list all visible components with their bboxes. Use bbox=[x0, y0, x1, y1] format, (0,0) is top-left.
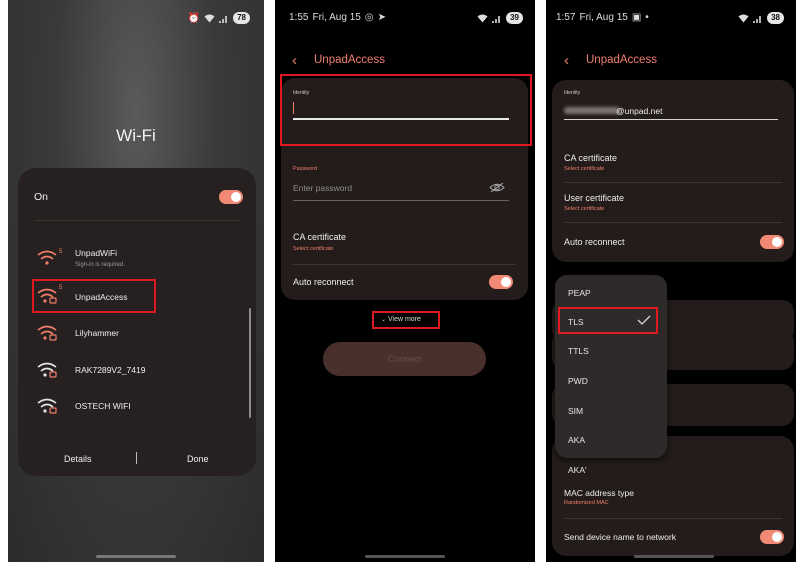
wifi-quick-panel: ⏰ 78 Wi-Fi On 5 UnpadWiFi Sign-in is req… bbox=[8, 0, 264, 562]
scrollbar[interactable] bbox=[249, 308, 251, 418]
wifi-secured-icon bbox=[37, 362, 57, 378]
wifi-standard-badge: 5 bbox=[59, 249, 63, 255]
button-divider bbox=[136, 452, 137, 464]
wifi-status-icon bbox=[477, 14, 488, 22]
battery-indicator: 78 bbox=[233, 12, 250, 24]
highlight-box bbox=[558, 307, 658, 334]
wifi-dialog: On 5 UnpadWiFi Sign-in is required. 5 Un… bbox=[18, 168, 256, 476]
network-status: Sign-in is required. bbox=[75, 262, 126, 268]
password-label: Password bbox=[293, 166, 318, 172]
auto-reconnect-toggle[interactable] bbox=[760, 235, 784, 249]
highlight-box bbox=[372, 311, 440, 329]
status-bar: 1:57 Fri, Aug 15 ▣ • bbox=[556, 12, 649, 23]
page-title: UnpadAccess bbox=[586, 54, 657, 66]
wifi-secured-icon bbox=[37, 325, 57, 341]
eap-method-dropdown: PEAP TLS TTLS PWD SIM AKA bbox=[555, 275, 667, 458]
nav-handle[interactable] bbox=[634, 555, 714, 558]
network-name: OSTECH WIFI bbox=[75, 401, 131, 411]
nav-handle[interactable] bbox=[365, 555, 445, 558]
alarm-icon: ⏰ bbox=[187, 12, 201, 24]
ca-certificate-row[interactable]: CA certificate Select certificate bbox=[552, 150, 794, 180]
auto-reconnect-toggle[interactable] bbox=[489, 275, 513, 289]
connect-button[interactable]: Connect bbox=[323, 342, 486, 376]
signal-icon bbox=[219, 15, 227, 23]
send-device-name-label: Send device name to network bbox=[564, 532, 676, 542]
nav-handle[interactable] bbox=[96, 555, 176, 558]
password-underline bbox=[293, 200, 509, 201]
user-certificate-value: Select certificate bbox=[564, 206, 605, 212]
eap-option-pwd[interactable]: PWD bbox=[555, 376, 667, 386]
divider bbox=[564, 518, 782, 519]
identity-label: Identity bbox=[564, 90, 581, 96]
eap-option-aka[interactable]: AKA bbox=[555, 435, 667, 445]
identity-input[interactable] bbox=[564, 119, 778, 120]
divider bbox=[564, 222, 782, 223]
page-title: UnpadAccess bbox=[314, 54, 385, 66]
network-row-unpadwifi[interactable]: 5 UnpadWiFi Sign-in is required. bbox=[18, 240, 256, 276]
divider bbox=[34, 220, 240, 221]
redacted-text bbox=[564, 107, 620, 114]
ca-certificate-label: CA certificate bbox=[564, 153, 618, 163]
eap-option-sim[interactable]: SIM bbox=[555, 406, 667, 416]
network-name: UnpadWiFi bbox=[75, 248, 118, 258]
page-title: Wi-Fi bbox=[116, 126, 156, 145]
auto-reconnect-label: Auto reconnect bbox=[293, 277, 354, 287]
mac-address-row[interactable]: MAC address type Randomized MAC bbox=[552, 486, 794, 512]
status-date: Fri, Aug 15 bbox=[312, 12, 361, 23]
network-settings-screen: 1:55 Fri, Aug 15 ◎ ➤ 39 ‹ UnpadAccess Id… bbox=[275, 0, 535, 562]
wifi-status-icon bbox=[204, 14, 215, 22]
back-icon[interactable]: ‹ bbox=[564, 52, 569, 69]
identity-value: @unpad.net bbox=[616, 106, 663, 116]
mac-address-value: Randomized MAC bbox=[564, 500, 609, 506]
highlight-box bbox=[32, 279, 156, 313]
wifi-toggle[interactable] bbox=[219, 190, 243, 204]
battery-indicator: 38 bbox=[767, 12, 784, 24]
send-device-name-toggle[interactable] bbox=[760, 530, 784, 544]
wifi-on-label: On bbox=[34, 191, 49, 203]
mac-address-label: MAC address type bbox=[564, 488, 634, 498]
done-button[interactable]: Done bbox=[187, 454, 209, 464]
details-button[interactable]: Details bbox=[64, 454, 92, 464]
user-certificate-row[interactable]: User certificate Select certificate bbox=[552, 190, 794, 220]
ca-certificate-value: Select certificate bbox=[564, 166, 605, 172]
network-row-rak7289[interactable]: RAK7289V2_7419 bbox=[18, 355, 256, 385]
telegram-icon: ➤ bbox=[377, 12, 386, 23]
ca-certificate-row[interactable]: CA certificate Select certificate bbox=[281, 228, 528, 258]
network-row-lilyhammer[interactable]: Lilyhammer bbox=[18, 318, 256, 348]
screenshot-icon: ▣ bbox=[631, 12, 642, 23]
wifi-secured-icon bbox=[37, 398, 57, 414]
eye-off-icon[interactable] bbox=[489, 182, 505, 193]
battery-indicator: 39 bbox=[506, 12, 523, 24]
highlight-box bbox=[280, 74, 532, 146]
whatsapp-icon: ◎ bbox=[364, 12, 374, 23]
status-time: 1:57 bbox=[556, 12, 576, 23]
status-date: Fri, Aug 15 bbox=[579, 12, 628, 23]
eap-option-peap[interactable]: PEAP bbox=[555, 288, 667, 298]
eap-option-aka-prime[interactable]: AKA' bbox=[568, 465, 587, 475]
wifi-signal-icon bbox=[37, 250, 57, 265]
dot-icon: • bbox=[645, 12, 649, 23]
network-name: RAK7289V2_7419 bbox=[75, 365, 146, 375]
network-name: Lilyhammer bbox=[75, 328, 119, 338]
divider bbox=[564, 182, 782, 183]
ca-certificate-label: CA certificate bbox=[293, 232, 347, 242]
signal-icon bbox=[753, 15, 761, 23]
network-form-card: Identity @unpad.net CA certificate Selec… bbox=[552, 80, 794, 262]
status-bar: ⏰ 78 bbox=[188, 12, 250, 24]
divider bbox=[293, 264, 516, 265]
network-row-ostech[interactable]: OSTECH WIFI bbox=[18, 391, 256, 421]
eap-option-ttls[interactable]: TTLS bbox=[555, 346, 667, 356]
auto-reconnect-label: Auto reconnect bbox=[564, 237, 625, 247]
status-bar-right: 38 bbox=[738, 12, 784, 24]
user-certificate-label: User certificate bbox=[564, 193, 625, 203]
password-input[interactable]: Enter password bbox=[293, 183, 352, 193]
wifi-status-icon bbox=[738, 14, 749, 22]
back-icon[interactable]: ‹ bbox=[292, 52, 297, 69]
network-settings-expanded: 1:57 Fri, Aug 15 ▣ • 38 ‹ UnpadAccess Id… bbox=[546, 0, 796, 562]
status-bar-right: 39 bbox=[477, 12, 523, 24]
status-bar: 1:55 Fri, Aug 15 ◎ ➤ bbox=[289, 12, 386, 23]
signal-icon bbox=[492, 15, 500, 23]
status-time: 1:55 bbox=[289, 12, 309, 23]
ca-certificate-value: Select certificate bbox=[293, 246, 334, 252]
